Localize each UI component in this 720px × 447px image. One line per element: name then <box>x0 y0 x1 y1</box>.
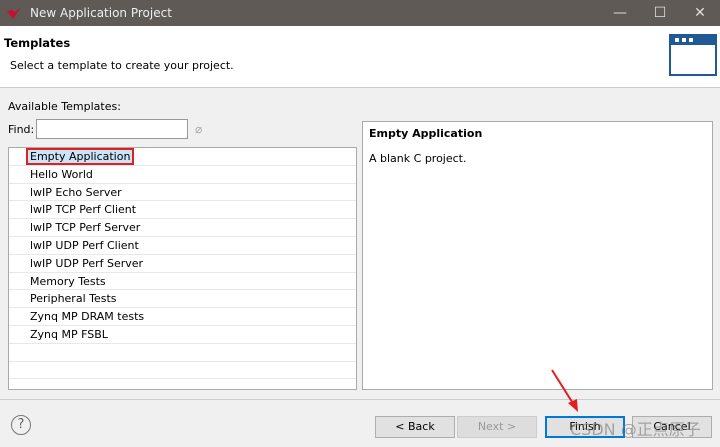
empty-row <box>9 362 356 380</box>
template-item-label: Hello World <box>30 167 93 181</box>
template-item[interactable]: Zynq MP DRAM tests <box>9 308 356 326</box>
description-pane: Empty Application A blank C project. <box>362 121 713 390</box>
back-button[interactable]: < Back <box>375 416 455 438</box>
clear-icon[interactable]: ⌀ <box>195 122 202 136</box>
close-button[interactable]: ✕ <box>680 0 720 26</box>
available-templates-label: Available Templates: <box>8 100 121 113</box>
find-label: Find: <box>8 123 35 136</box>
template-item-label: Empty Application <box>25 148 135 165</box>
help-icon[interactable]: ? <box>11 415 31 435</box>
wizard-header: Templates Select a template to create yo… <box>0 26 720 88</box>
template-item-label: lwIP TCP Perf Server <box>30 221 141 235</box>
page-subtitle: Select a template to create your project… <box>10 59 234 72</box>
empty-row <box>9 344 356 362</box>
template-item[interactable]: Zynq MP FSBL <box>9 326 356 344</box>
template-item-label: lwIP UDP Perf Client <box>30 238 139 252</box>
template-item[interactable]: Memory Tests <box>9 273 356 291</box>
cancel-button[interactable]: Cancel <box>632 416 712 438</box>
app-logo-icon <box>7 7 21 19</box>
divider <box>0 399 720 400</box>
template-item[interactable]: lwIP UDP Perf Server <box>9 255 356 273</box>
template-item-label: lwIP UDP Perf Server <box>30 256 144 270</box>
template-item[interactable]: Peripheral Tests <box>9 290 356 309</box>
next-button[interactable]: Next > <box>457 416 537 438</box>
template-item[interactable]: Hello World <box>9 166 356 184</box>
template-item[interactable]: lwIP Echo Server <box>9 184 356 202</box>
title-bar: New Application Project — ☐ ✕ <box>0 0 720 26</box>
template-item-label: Memory Tests <box>30 274 106 288</box>
template-item-label: Zynq MP FSBL <box>30 327 108 341</box>
minimize-button[interactable]: — <box>600 0 640 26</box>
template-item[interactable]: lwIP UDP Perf Client <box>9 237 356 255</box>
template-item[interactable]: lwIP TCP Perf Server <box>9 219 356 237</box>
window-title: New Application Project <box>30 6 172 20</box>
template-item-label: lwIP Echo Server <box>30 185 122 199</box>
template-item-label: Zynq MP DRAM tests <box>30 310 145 324</box>
template-item-label: Peripheral Tests <box>30 292 117 306</box>
template-item-label: lwIP TCP Perf Client <box>30 203 137 217</box>
window-banner-icon <box>669 34 717 76</box>
templates-list[interactable]: Empty Application Hello World lwIP Echo Se… <box>8 147 357 390</box>
maximize-button[interactable]: ☐ <box>640 0 680 26</box>
finish-button[interactable]: Finish <box>545 416 625 438</box>
description-title: Empty Application <box>369 127 483 140</box>
page-title: Templates <box>4 36 71 50</box>
description-text: A blank C project. <box>369 152 467 165</box>
find-input[interactable] <box>36 119 188 139</box>
template-item[interactable]: Empty Application <box>9 148 356 166</box>
template-item[interactable]: lwIP TCP Perf Client <box>9 201 356 220</box>
